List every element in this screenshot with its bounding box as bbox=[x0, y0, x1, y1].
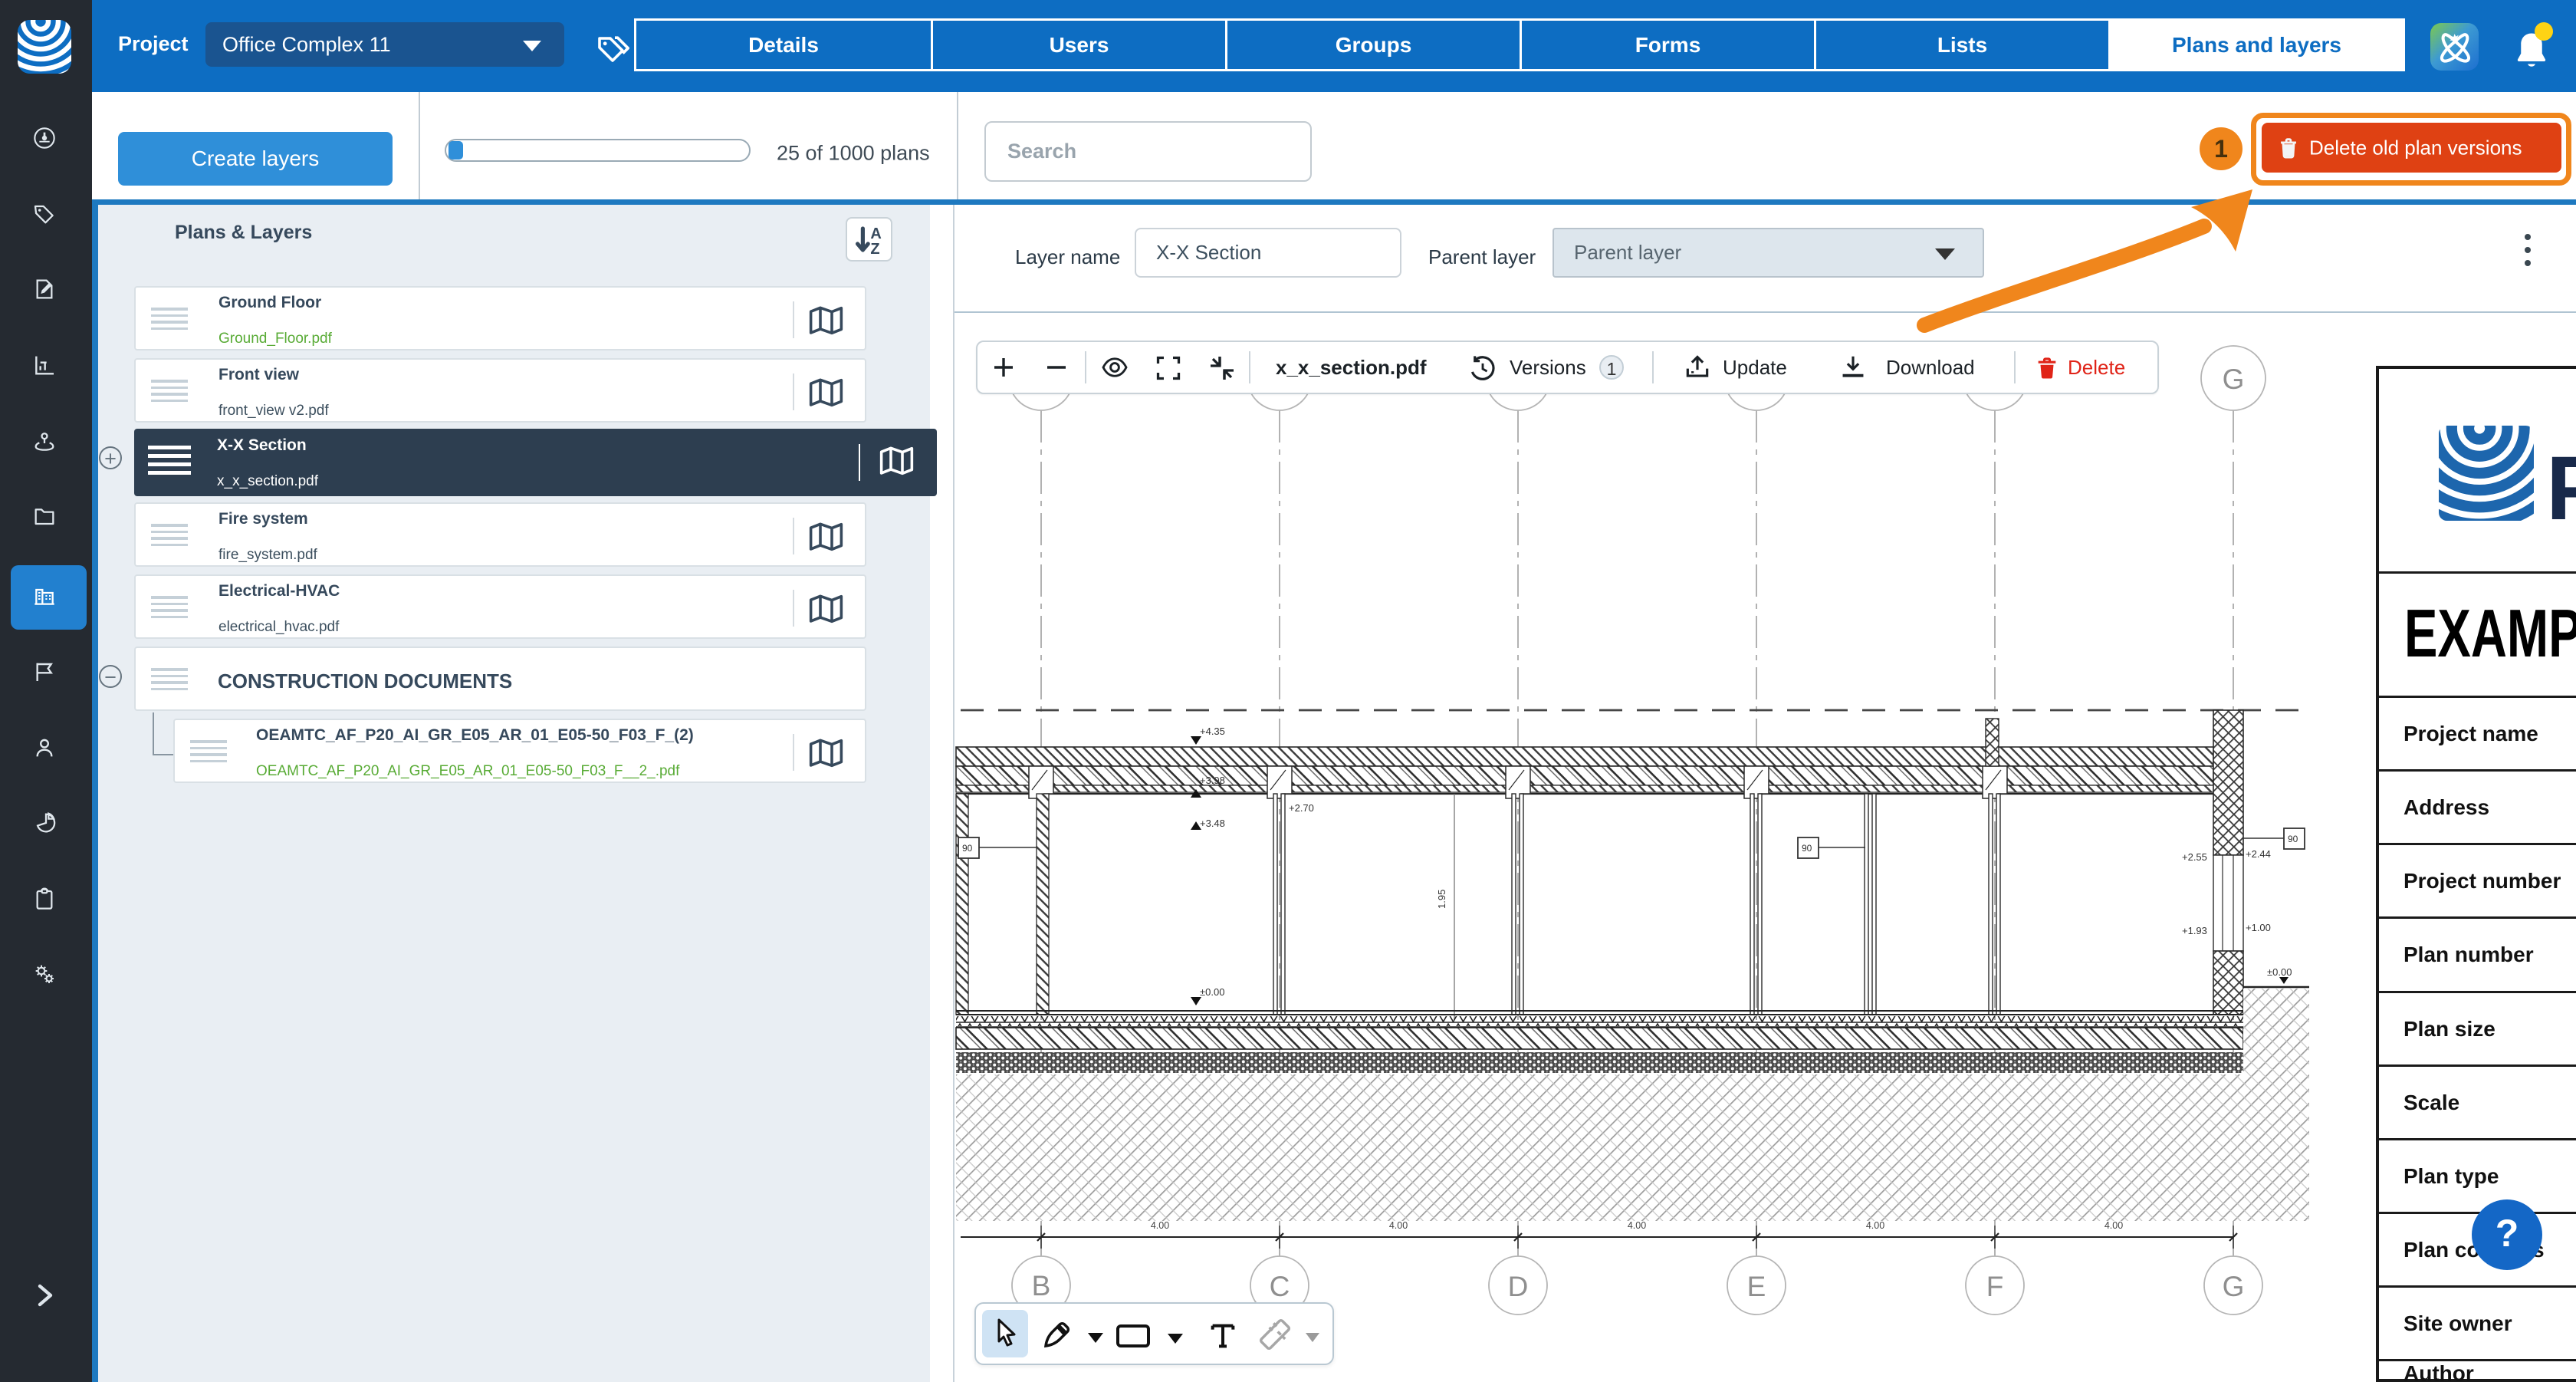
svg-text:A: A bbox=[870, 225, 881, 242]
svg-text:+3.48: +3.48 bbox=[1200, 818, 1225, 829]
svg-text:+4.35: +4.35 bbox=[1200, 726, 1225, 737]
svg-text:90: 90 bbox=[2288, 834, 2298, 844]
svg-text:±0.00: ±0.00 bbox=[2267, 966, 2292, 978]
svg-text:E: E bbox=[1747, 1271, 1766, 1302]
svg-text:4.00: 4.00 bbox=[1866, 1220, 1884, 1231]
svg-text:+1.00: +1.00 bbox=[2246, 922, 2271, 933]
svg-text:4.00: 4.00 bbox=[1389, 1220, 1408, 1231]
svg-text:+1.93: +1.93 bbox=[2182, 925, 2207, 936]
svg-text:90: 90 bbox=[962, 843, 973, 854]
svg-text:F: F bbox=[1986, 1271, 2004, 1302]
svg-text:4.00: 4.00 bbox=[2104, 1220, 2123, 1231]
svg-text:90: 90 bbox=[1802, 843, 1812, 854]
svg-text:G: G bbox=[2223, 364, 2245, 395]
svg-text:D: D bbox=[1508, 1271, 1529, 1302]
svg-text:B: B bbox=[1032, 1270, 1051, 1301]
svg-text:4.00: 4.00 bbox=[1151, 1220, 1169, 1231]
svg-text:1.95: 1.95 bbox=[1436, 890, 1447, 909]
svg-text:+2.55: +2.55 bbox=[2182, 851, 2207, 863]
svg-text:+2.44: +2.44 bbox=[2246, 848, 2271, 860]
svg-text:4.00: 4.00 bbox=[1628, 1220, 1646, 1231]
svg-text:Z: Z bbox=[870, 241, 879, 255]
svg-text:+2.70: +2.70 bbox=[1289, 802, 1314, 814]
svg-text:C: C bbox=[1270, 1271, 1290, 1302]
svg-text:±0.00: ±0.00 bbox=[1200, 986, 1224, 998]
svg-text:+3.98: +3.98 bbox=[1200, 775, 1225, 786]
svg-text:G: G bbox=[2223, 1271, 2245, 1302]
